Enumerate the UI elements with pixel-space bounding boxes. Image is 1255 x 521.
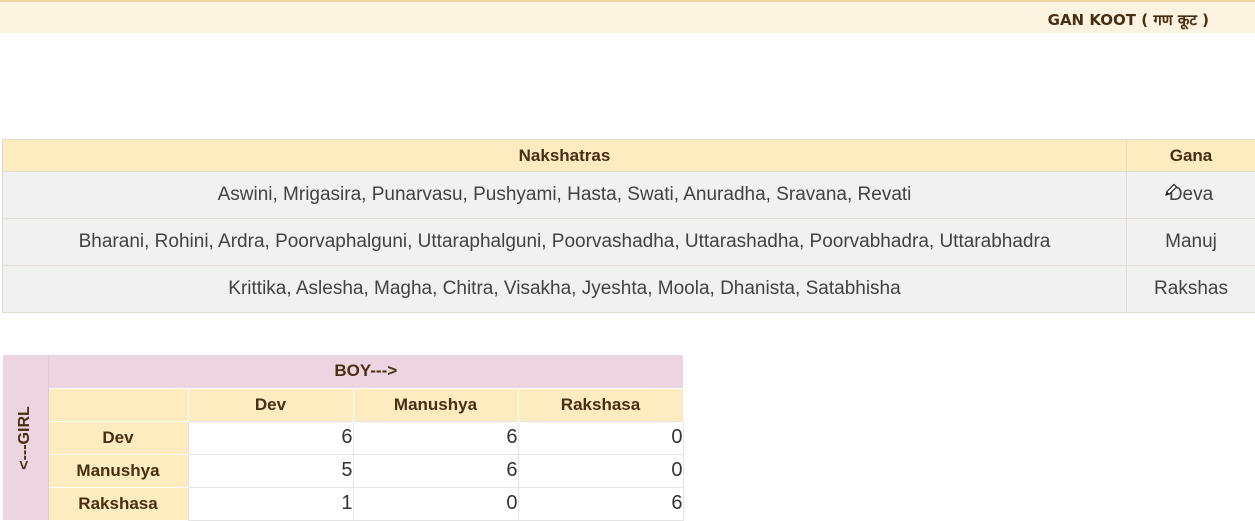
column-header-dev[interactable]: Dev [188,388,353,421]
nakshatra-list-cell[interactable]: Bharani, Rohini, Ardra, Poorvaphalguni, … [3,219,1127,266]
boy-axis-label[interactable]: BOY---> [48,355,683,388]
matrix-value-cell[interactable]: 0 [518,454,683,487]
matrix-value-cell[interactable]: 1 [188,487,353,520]
nakshatra-gana-table: Nakshatras Gana Aswini, Mrigasira, Punar… [2,139,1255,313]
matrix-value-cell[interactable]: 6 [188,421,353,454]
matrix-corner-cell[interactable] [48,388,188,421]
matrix-column-header-row: Dev Manushya Rakshasa [3,388,683,421]
row-header-rakshasa[interactable]: Rakshasa [48,487,188,520]
column-header-nakshatras[interactable]: Nakshatras [3,140,1127,172]
gana-cell[interactable]: Deva [1127,172,1255,219]
nakshatra-list-cell[interactable]: Aswini, Mrigasira, Punarvasu, Pushyami, … [3,172,1127,219]
matrix-value-cell[interactable]: 6 [518,487,683,520]
table-header-row: Nakshatras Gana [3,140,1255,172]
matrix-value-cell[interactable]: 6 [353,421,518,454]
matrix-value-cell[interactable]: 0 [518,421,683,454]
matrix-value-cell[interactable]: 5 [188,454,353,487]
column-header-manushya[interactable]: Manushya [353,388,518,421]
row-header-manushya[interactable]: Manushya [48,454,188,487]
gana-cell[interactable]: Manuj [1127,219,1255,266]
matrix-value-cell[interactable]: 0 [353,487,518,520]
table-row: Aswini, Mrigasira, Punarvasu, Pushyami, … [3,172,1255,219]
top-banner: GAN KOOT ( गण कूट ) [0,0,1255,33]
column-header-gana[interactable]: Gana [1127,140,1255,172]
page-title: GAN KOOT ( गण कूट ) [1048,10,1209,30]
row-header-dev[interactable]: Dev [48,421,188,454]
column-header-rakshasa[interactable]: Rakshasa [518,388,683,421]
matrix-boy-row: <---GIRL BOY---> [3,355,683,388]
table-row: Bharani, Rohini, Ardra, Poorvaphalguni, … [3,219,1255,266]
matrix-row: Rakshasa 1 0 6 [3,487,683,520]
matrix-row: Manushya 5 6 0 [3,454,683,487]
gan-koot-matrix: <---GIRL BOY---> Dev Manushya Rakshasa D… [3,355,684,521]
nakshatra-list-cell[interactable]: Krittika, Aslesha, Magha, Chitra, Visakh… [3,266,1127,313]
girl-axis-cell: <---GIRL [3,355,48,520]
gana-value: Deva [1169,184,1213,205]
matrix-row: Dev 6 6 0 [3,421,683,454]
table-row: Krittika, Aslesha, Magha, Chitra, Visakh… [3,266,1255,313]
girl-axis-label: <---GIRL [16,406,34,470]
matrix-value-cell[interactable]: 6 [353,454,518,487]
gana-cell[interactable]: Rakshas [1127,266,1255,313]
